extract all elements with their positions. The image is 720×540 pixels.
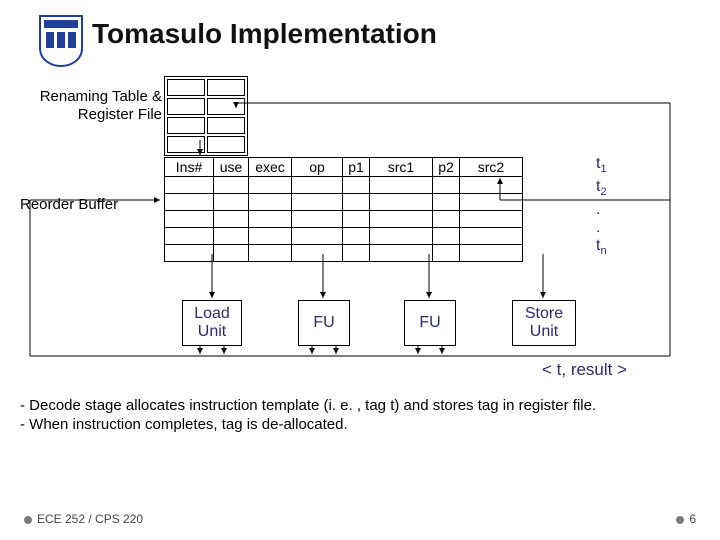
col-src1: src1 [370,158,433,177]
university-shield-logo [38,14,84,68]
label-renaming-table: Renaming Table & Register File [4,88,162,124]
label-reorder-buffer: Reorder Buffer [20,196,118,213]
load-unit-box: Load Unit [182,300,242,346]
col-src2: src2 [460,158,523,177]
fu-box-2: FU [404,300,456,346]
col-exec: exec [249,158,292,177]
table-row [165,177,523,194]
col-p1: p1 [343,158,370,177]
col-p2: p2 [433,158,460,177]
note-line: - Decode stage allocates instruction tem… [20,396,696,415]
result-bus-label: < t, result > [542,360,627,380]
page-title: Tomasulo Implementation [92,18,437,50]
col-ins: Ins# [165,158,214,177]
table-row [165,228,523,245]
note-line: - When instruction completes, tag is de-… [20,415,696,434]
reorder-buffer-table: Ins# use exec op p1 src1 p2 src2 [164,157,523,262]
tag-labels: t1 t2 . . tn [596,155,607,261]
col-op: op [292,158,343,177]
store-unit-box: Store Unit [512,300,576,346]
footer-course: ECE 252 / CPS 220 [24,512,143,526]
table-row [165,194,523,211]
table-row [165,245,523,262]
wiring-diagram [0,0,720,540]
bullet-icon [676,516,684,524]
notes: - Decode stage allocates instruction tem… [20,396,696,434]
footer-page-number: 6 [676,512,696,526]
bullet-icon [24,516,32,524]
table-row [165,211,523,228]
register-file-box [164,76,248,156]
col-use: use [214,158,249,177]
fu-box-1: FU [298,300,350,346]
